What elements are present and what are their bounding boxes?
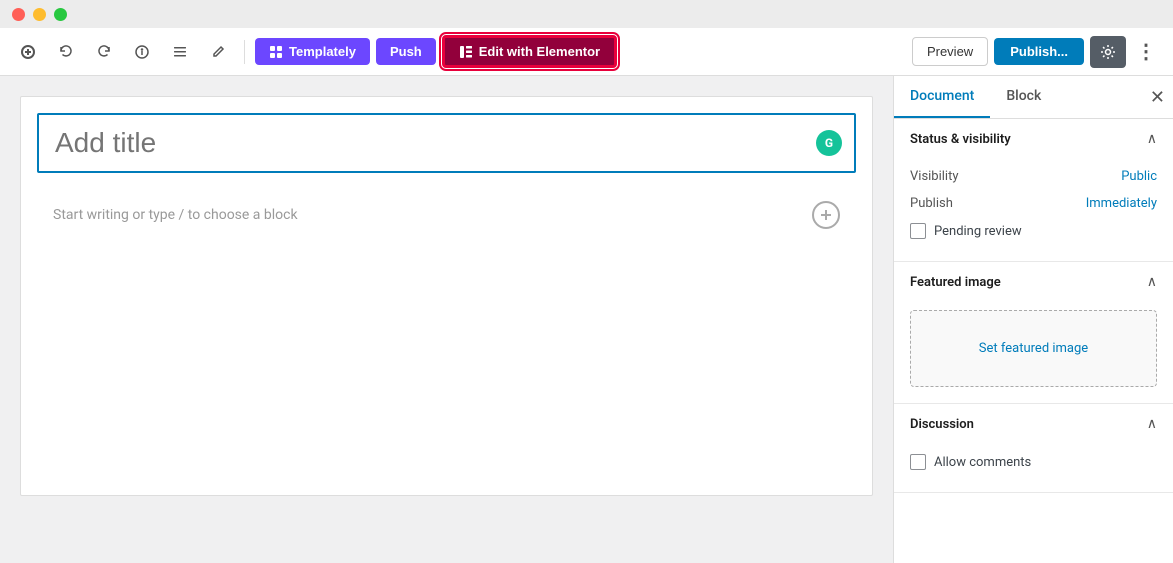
push-button[interactable]: Push (376, 38, 436, 65)
visibility-row: Visibility Public (910, 163, 1157, 190)
allow-comments-label: Allow comments (934, 455, 1031, 470)
settings-button[interactable] (1090, 36, 1126, 68)
toolbar-divider (244, 40, 245, 64)
featured-image-section: Featured image ∧ Set featured image (894, 262, 1173, 404)
minimize-button[interactable] (33, 8, 46, 21)
undo-button[interactable] (50, 36, 82, 68)
visibility-label: Visibility (910, 169, 1121, 184)
redo-button[interactable] (88, 36, 120, 68)
close-button[interactable] (12, 8, 25, 21)
post-title-input[interactable] (55, 127, 838, 159)
discussion-body: Allow comments (894, 444, 1173, 492)
main-layout: G Start writing or type / to choose a bl… (0, 76, 1173, 563)
publish-value[interactable]: Immediately (1086, 196, 1157, 211)
featured-image-chevron-up-icon: ∧ (1147, 274, 1157, 290)
grammarly-icon: G (816, 130, 842, 156)
pending-review-checkbox[interactable] (910, 223, 926, 239)
list-view-button[interactable] (164, 36, 196, 68)
block-hint-row: Start writing or type / to choose a bloc… (21, 189, 872, 241)
discussion-chevron-up-icon: ∧ (1147, 416, 1157, 432)
discussion-title: Discussion (910, 417, 1147, 432)
featured-image-title: Featured image (910, 275, 1147, 290)
publish-button[interactable]: Publish... (994, 38, 1084, 65)
title-area[interactable]: G (37, 113, 856, 173)
block-hint-text: Start writing or type / to choose a bloc… (53, 207, 298, 223)
editor-content: G Start writing or type / to choose a bl… (20, 96, 873, 496)
toolbar: Templately Push Edit with Elementor Prev… (0, 28, 1173, 76)
maximize-button[interactable] (54, 8, 67, 21)
featured-image-body: Set featured image (894, 302, 1173, 403)
sidebar: Document Block ✕ Status & visibility ∧ V… (893, 76, 1173, 563)
discussion-section: Discussion ∧ Allow comments (894, 404, 1173, 493)
tab-document[interactable]: Document (894, 76, 990, 118)
tab-block[interactable]: Block (990, 76, 1057, 118)
sidebar-header: Document Block ✕ (894, 76, 1173, 119)
publish-label: Publish (910, 196, 1086, 211)
status-visibility-body: Visibility Public Publish Immediately Pe… (894, 159, 1173, 261)
visibility-value[interactable]: Public (1121, 169, 1157, 184)
status-visibility-header[interactable]: Status & visibility ∧ (894, 119, 1173, 159)
allow-comments-row: Allow comments (910, 448, 1157, 476)
status-visibility-title: Status & visibility (910, 132, 1147, 147)
title-bar (0, 0, 1173, 28)
editor-area: G Start writing or type / to choose a bl… (0, 76, 893, 563)
featured-image-header[interactable]: Featured image ∧ (894, 262, 1173, 302)
publish-row: Publish Immediately (910, 190, 1157, 217)
info-button[interactable] (126, 36, 158, 68)
allow-comments-checkbox[interactable] (910, 454, 926, 470)
pending-review-row: Pending review (910, 217, 1157, 245)
edit-pen-button[interactable] (202, 36, 234, 68)
edit-with-elementor-button[interactable]: Edit with Elementor (442, 35, 617, 68)
add-block-toolbar-button[interactable] (12, 36, 44, 68)
more-options-button[interactable]: ⋮ (1132, 39, 1161, 64)
set-featured-image-button[interactable]: Set featured image (910, 310, 1157, 387)
add-block-inline-button[interactable] (812, 201, 840, 229)
chevron-up-icon: ∧ (1147, 131, 1157, 147)
preview-button[interactable]: Preview (912, 37, 988, 66)
status-visibility-section: Status & visibility ∧ Visibility Public … (894, 119, 1173, 262)
sidebar-close-button[interactable]: ✕ (1150, 87, 1165, 108)
discussion-header[interactable]: Discussion ∧ (894, 404, 1173, 444)
templately-button[interactable]: Templately (255, 38, 370, 65)
pending-review-label: Pending review (934, 224, 1022, 239)
